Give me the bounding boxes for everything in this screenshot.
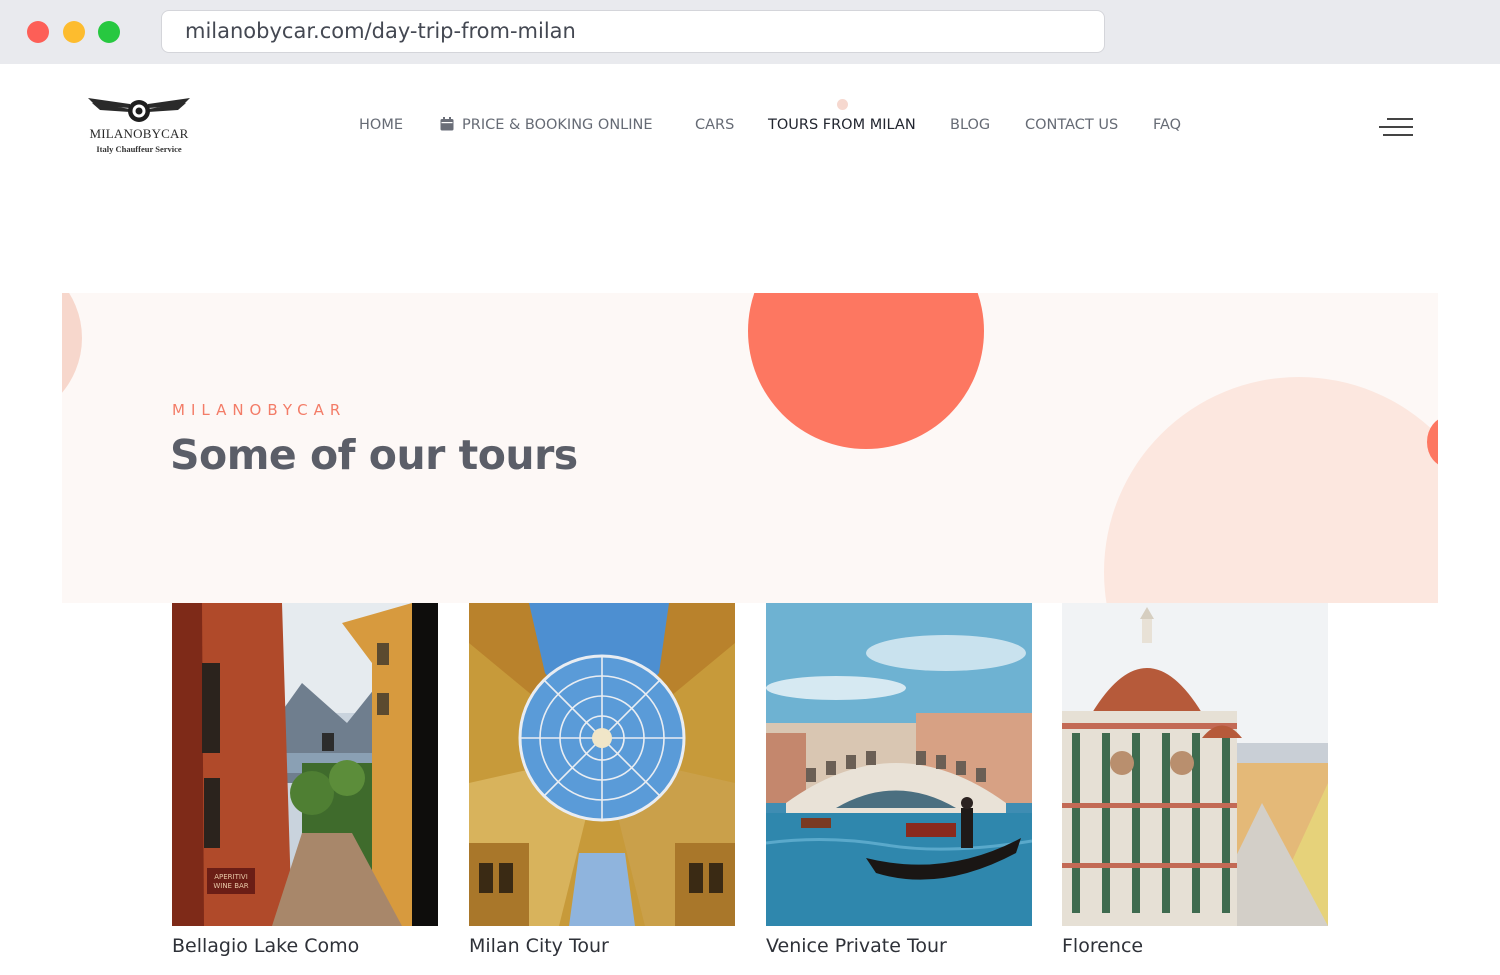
logo-tagline: Italy Chauffeur Service: [96, 144, 182, 154]
site-logo[interactable]: MILANOBYCAR Italy Chauffeur Service: [84, 92, 194, 160]
calendar-icon: [440, 117, 454, 131]
nav-tours-from-milan[interactable]: TOURS FROM MILAN: [768, 114, 916, 136]
browser-chrome: milanobycar.com/day-trip-from-milan: [0, 0, 1500, 64]
address-bar[interactable]: milanobycar.com/day-trip-from-milan: [161, 10, 1105, 53]
logo-brand-text: MILANOBYCAR: [89, 126, 189, 141]
tour-title[interactable]: Florence: [1062, 935, 1143, 957]
window-maximize-button[interactable]: [98, 21, 120, 43]
nav-blog[interactable]: BLOG: [950, 114, 990, 136]
decorative-circle-large: [1104, 377, 1438, 603]
window-minimize-button[interactable]: [63, 21, 85, 43]
svg-text:WINE BAR: WINE BAR: [213, 882, 248, 890]
bellagio-street-photo[interactable]: APERITIVI WINE BAR: [172, 603, 438, 926]
svg-text:APERITIVI: APERITIVI: [214, 873, 248, 881]
florence-duomo-photo[interactable]: [1062, 603, 1328, 926]
venice-rialto-photo[interactable]: [766, 603, 1032, 926]
decorative-circle-accent: [748, 293, 984, 449]
tour-title[interactable]: Milan City Tour: [469, 935, 609, 957]
hero-eyebrow: MILANOBYCAR: [172, 401, 347, 419]
nav-cars[interactable]: CARS: [695, 114, 734, 136]
tour-title[interactable]: Bellagio Lake Como: [172, 935, 359, 957]
window-close-button[interactable]: [27, 21, 49, 43]
hamburger-menu-icon[interactable]: [1377, 116, 1413, 138]
nav-price-booking[interactable]: PRICE & BOOKING ONLINE: [440, 114, 653, 136]
tour-title[interactable]: Venice Private Tour: [766, 935, 947, 957]
nav-contact-us[interactable]: CONTACT US: [1025, 114, 1118, 136]
winged-wheel-logo-icon: [88, 98, 190, 122]
galleria-dome-photo[interactable]: [469, 603, 735, 926]
hero-section: MILANOBYCAR Some of our tours: [62, 293, 1438, 603]
nav-home[interactable]: HOME: [359, 114, 403, 136]
nav-price-booking-label: PRICE & BOOKING ONLINE: [462, 117, 653, 133]
page-title: Some of our tours: [170, 431, 578, 479]
nav-faq[interactable]: FAQ: [1153, 114, 1181, 136]
active-nav-indicator: [837, 99, 848, 110]
decorative-circle-left: [62, 293, 82, 423]
